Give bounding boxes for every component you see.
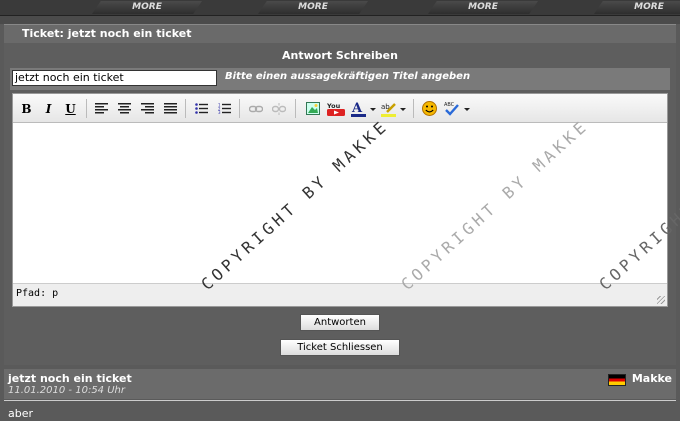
- post-text: aber: [8, 407, 34, 420]
- rich-text-editor: B I U 123 You A ab ABC Pfad: p: [12, 93, 668, 307]
- reply-heading: Antwort Schreiben: [282, 49, 398, 62]
- image-icon[interactable]: [304, 100, 321, 117]
- font-color-icon[interactable]: A: [351, 100, 377, 117]
- smiley-icon[interactable]: [421, 100, 438, 117]
- resize-grip-icon[interactable]: [657, 296, 665, 304]
- align-left-icon[interactable]: [93, 100, 110, 117]
- toolbar-separator: [295, 99, 296, 118]
- highlight-icon[interactable]: ab: [381, 100, 407, 117]
- editor-toolbar: B I U 123 You A ab ABC: [13, 94, 667, 123]
- reply-button[interactable]: Antworten: [300, 314, 380, 331]
- title-row: jetzt noch ein ticket Bitte einen aussag…: [10, 68, 670, 90]
- reply-panel: Antwort Schreiben jetzt noch ein ticket …: [4, 43, 676, 365]
- numbered-list-icon[interactable]: 123: [216, 100, 233, 117]
- svg-text:A: A: [351, 101, 363, 116]
- post-author[interactable]: Makke: [632, 372, 672, 385]
- toolbar-separator: [413, 99, 414, 118]
- title-hint: Bitte einen aussagekräftigen Titel angeb…: [225, 71, 471, 82]
- toolbar-separator: [86, 99, 87, 118]
- svg-text:ABC: ABC: [444, 102, 455, 108]
- bold-icon[interactable]: B: [18, 100, 35, 117]
- post-body: aber: [4, 400, 676, 421]
- link-icon[interactable]: [247, 100, 264, 117]
- ticket-title-bar: Ticket: jetzt noch ein ticket: [4, 24, 676, 44]
- editor-status-bar: Pfad: p: [13, 283, 667, 306]
- underline-icon[interactable]: U: [62, 100, 79, 117]
- align-justify-icon[interactable]: [162, 100, 179, 117]
- german-flag-icon: [608, 374, 626, 386]
- spellcheck-icon[interactable]: ABC: [444, 100, 472, 117]
- more-tab-3[interactable]: MORE: [428, 1, 538, 14]
- align-right-icon[interactable]: [139, 100, 156, 117]
- toolbar-separator: [239, 99, 240, 118]
- more-tab-1[interactable]: MORE: [92, 1, 202, 14]
- more-tab-4[interactable]: MORE: [594, 1, 680, 14]
- italic-icon[interactable]: I: [40, 100, 57, 117]
- editor-path: Pfad: p: [16, 288, 59, 299]
- page-title: Ticket: jetzt noch ein ticket: [22, 27, 192, 40]
- top-nav-bar: MORE MORE MORE MORE: [0, 0, 680, 16]
- toolbar-separator: [185, 99, 186, 118]
- close-ticket-button[interactable]: Ticket Schliessen: [280, 339, 400, 356]
- align-center-icon[interactable]: [116, 100, 133, 117]
- youtube-text: You: [327, 102, 341, 110]
- svg-text:3: 3: [218, 110, 221, 114]
- unlink-icon[interactable]: [270, 100, 287, 117]
- youtube-icon[interactable]: You: [327, 100, 345, 117]
- more-tab-2[interactable]: MORE: [258, 1, 368, 14]
- editor-content-area[interactable]: [13, 123, 667, 283]
- post-title: jetzt noch ein ticket: [8, 372, 132, 385]
- reply-title-input[interactable]: jetzt noch ein ticket: [12, 70, 217, 86]
- divider: [0, 16, 680, 24]
- post-header: jetzt noch ein ticket 11.01.2010 - 10:54…: [4, 369, 676, 399]
- bullet-list-icon[interactable]: [193, 100, 210, 117]
- post-date: 11.01.2010 - 10:54 Uhr: [8, 385, 125, 396]
